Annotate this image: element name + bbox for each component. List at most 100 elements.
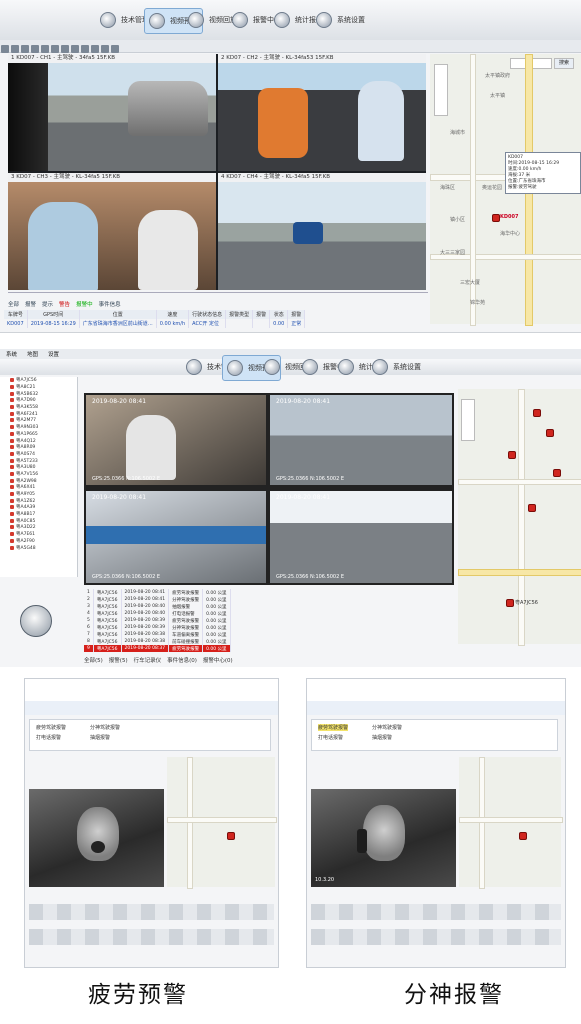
nav-settings[interactable]: 系统设置 [372,355,421,379]
tree-item[interactable]: 粤A6F241 [0,410,77,417]
toolbar-icon[interactable] [71,45,79,53]
tree-item[interactable]: 粤A4Q12 [0,437,77,444]
table-row[interactable]: 3 粤A7JC56 2019-08-20 08:40 抽烟报警 0.00 公里 [84,603,231,610]
menu-settings[interactable]: 设置 [48,350,59,358]
distraction-video[interactable]: 10.3.20 [311,789,456,887]
nav-settings[interactable]: 系统设置 [316,8,365,32]
video-cell-2[interactable]: 2 KD07 - CH2 - 主驾驶 - KL-34fa53 15F.KB [218,54,426,171]
tree-item[interactable]: 粤A7V156 [0,471,77,478]
tab-warning[interactable]: 警告 [59,300,70,308]
vehicle-marker[interactable] [519,832,527,840]
tab-alarm-center[interactable]: 报警中心(0) [203,656,233,664]
middle-map-view[interactable]: 粤A7JC56 [458,389,581,646]
tree-item[interactable]: 粤A3K558 [0,404,77,411]
table-row[interactable]: 2 粤A7JC56 2019-08-20 08:41 分神驾驶报警 0.00 公里 [84,596,231,603]
table-row[interactable]: 8 粤A7JC56 2019-08-20 08:38 前车碰撞报警 0.00 公里 [84,638,231,645]
fatigue-video[interactable] [29,789,164,887]
tab-alarm[interactable]: 报警(5) [109,656,128,664]
toolbar-icon[interactable] [111,45,119,53]
table-row[interactable]: 7 粤A7JC56 2019-08-20 08:38 车道偏离报警 0.00 公里 [84,631,231,638]
table-row-selected[interactable]: 9 粤A7JC56 2019-08-20 08:37 疲劳驾驶报警 0.00 公里 [84,645,231,652]
toolbar-icon[interactable] [61,45,69,53]
tree-item[interactable]: 粤A8R09 [0,444,77,451]
tree-item[interactable]: 粤A3D22 [0,524,77,531]
video-icon [227,360,243,376]
toolbar-icon[interactable] [101,45,109,53]
tree-item[interactable]: 粤A1Z62 [0,497,77,504]
toolbar-icon[interactable] [1,45,9,53]
tree-item[interactable]: 粤A2W98 [0,477,77,484]
map-view[interactable]: 搜索 太平镇政府 太平镇 海城市 海珠区 奥运花园 镇小区 海华中心 大三三家园… [430,54,581,326]
vehicle-icon [10,478,14,483]
video-cell-4[interactable]: 4 KD07 - CH4 - 主驾驶 - KL-34fa5 15F.KB [218,173,426,290]
tab-recorder[interactable]: 行车记录仪 [134,656,162,664]
vehicle-marker[interactable] [508,451,516,459]
top-screenshot: 技术管理 视频预览 视频回放 报警中心 统计报表 系统设置 1 KD007 - … [0,0,581,333]
vehicle-marker[interactable] [533,409,541,417]
vehicle-marker[interactable] [492,214,500,222]
zoom-control[interactable] [434,64,448,116]
tab-hint[interactable]: 提示 [42,300,53,308]
video-cell-2[interactable]: 2019-08-20 08:41 GPS:25.0366 N:106.5002 … [270,395,452,485]
tab-alarm[interactable]: 报警 [25,300,36,308]
tree-item[interactable]: 粤A9N303 [0,424,77,431]
tree-item[interactable]: 粤A7E61 [0,531,77,538]
yawning-mouth [91,841,105,853]
vehicle-icon [10,378,14,383]
zoom-control[interactable] [461,399,475,441]
video-cell-1[interactable]: 2019-08-20 08:41 GPS:25.0366 N:106.5002 … [86,395,266,485]
toolbar-icon[interactable] [31,45,39,53]
tab-all[interactable]: 全部(5) [84,656,103,664]
tree-item[interactable]: 粤A9Y05 [0,491,77,498]
tree-item[interactable]: 粤A8B17 [0,511,77,518]
distraction-map[interactable] [459,757,563,889]
toolbar-icon[interactable] [81,45,89,53]
toolbar-icon[interactable] [51,45,59,53]
tab-alarming[interactable]: 报警中 [76,300,93,308]
vehicle-marker[interactable] [227,832,235,840]
vehicle-marker[interactable] [553,469,561,477]
cabin-camera-view [218,63,426,171]
tree-item[interactable]: 粤A2M77 [0,417,77,424]
tree-item[interactable]: 粤A6X41 [0,484,77,491]
toolbar-icon[interactable] [41,45,49,53]
tree-item[interactable]: 粤A3U80 [0,464,77,471]
tree-item[interactable]: 粤A1P665 [0,431,77,438]
toolbar-icon[interactable] [91,45,99,53]
menu-map[interactable]: 地图 [27,350,38,358]
table-row[interactable]: 4 粤A7JC56 2019-08-20 08:40 打电话报警 0.00 公里 [84,610,231,617]
table-row[interactable]: KD007 2019-08-15 16:29 广东省珠海市香洲区前山街道… 0.00 … [4,319,306,328]
ptz-control[interactable] [20,605,52,637]
fatigue-map[interactable] [167,757,277,889]
tree-item[interactable]: 粤A0C85 [0,517,77,524]
table-row[interactable]: 5 粤A7JC56 2019-08-20 08:39 疲劳驾驶报警 0.00 公里 [84,617,231,624]
tree-item[interactable]: 粤A8C21 [0,384,77,391]
video-cell-1[interactable]: 1 KD007 - CH1 - 主驾驶 - 34fa5 15F.KB [8,54,216,171]
tree-item[interactable]: 粤A2F90 [0,538,77,545]
nav-tech[interactable]: 技术管理 [100,8,149,32]
video-cell-3[interactable]: 3 KD07 - CH3 - 主驾驶 - KL-34fa5 15F.KB [8,173,216,290]
tree-item[interactable]: 粤A7JC56 [0,377,77,384]
menu-system[interactable]: 系统 [6,350,17,358]
tab-events[interactable]: 事件信息(0) [167,656,197,664]
tree-item[interactable]: 粤A5G48 [0,544,77,551]
video-cell-3[interactable]: 2019-08-20 08:41 GPS:25.0366 N:106.5002 … [86,491,266,583]
tree-item[interactable]: 粤A4A39 [0,504,77,511]
nav-playback[interactable]: 视频回放 [188,8,237,32]
vehicle-marker[interactable] [506,599,514,607]
toolbar-icon[interactable] [21,45,29,53]
video-cell-4[interactable]: 2019-08-20 08:41 GPS:25.0366 N:106.5002 … [270,491,452,583]
map-search-button[interactable]: 搜索 [554,58,574,69]
tree-item[interactable]: 粤A0S74 [0,451,77,458]
tree-item[interactable]: 粤A7D90 [0,397,77,404]
table-row[interactable]: 1 粤A7JC56 2019-08-20 08:41 疲劳驾驶报警 0.00 公里 [84,589,231,596]
tree-item[interactable]: 粤A5B632 [0,390,77,397]
tree-item[interactable]: 粤A5T233 [0,457,77,464]
toolbar-icon[interactable] [11,45,19,53]
vehicle-marker[interactable] [546,429,554,437]
tab-events[interactable]: 事件信息 [99,300,121,308]
vehicle-marker[interactable] [528,504,536,512]
video-title: KD07 - CH2 - 主驾驶 - KL-34fa53 15F.KB [226,55,334,61]
table-row[interactable]: 6 粤A7JC56 2019-08-20 08:39 分神驾驶报警 0.00 公里 [84,624,231,631]
tab-all[interactable]: 全部 [8,300,19,308]
